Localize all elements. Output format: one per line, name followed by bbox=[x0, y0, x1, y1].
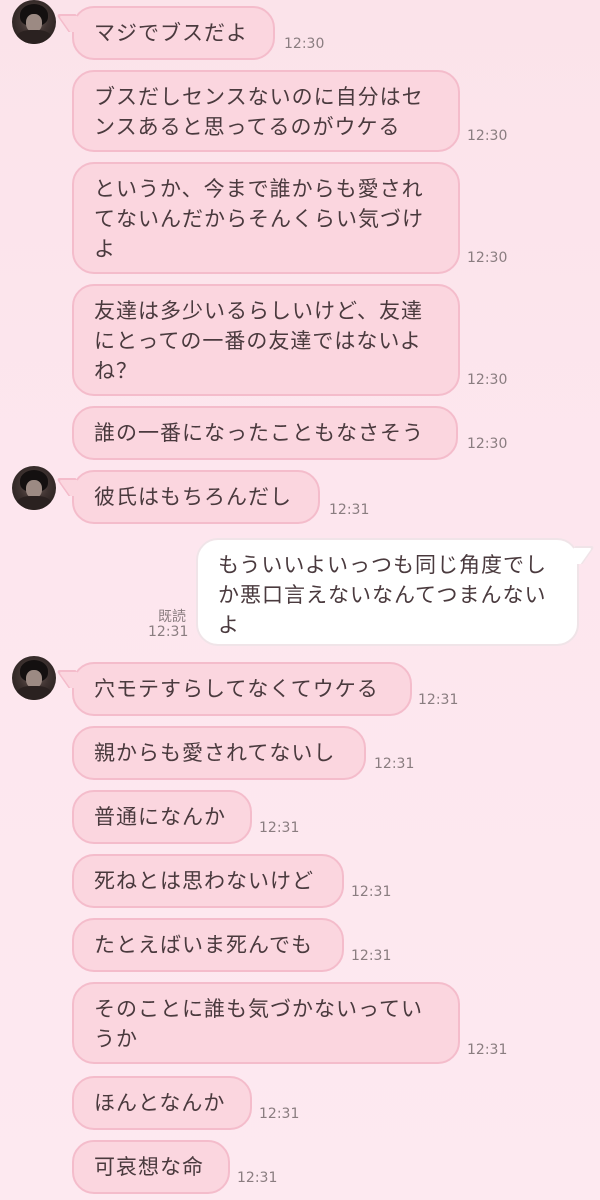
message-timestamp: 12:31 bbox=[351, 948, 392, 964]
contact-avatar[interactable] bbox=[12, 656, 56, 700]
incoming-message-bubble[interactable]: 誰の一番になったこともなさそう bbox=[72, 406, 458, 460]
incoming-message-bubble[interactable]: 可哀想な命 bbox=[72, 1140, 230, 1194]
message-timestamp: 12:30 bbox=[467, 128, 508, 144]
outgoing-message-bubble[interactable]: もういいよいっつも同じ角度でし か悪口言えないなんてつまんない よ bbox=[196, 538, 579, 646]
message-timestamp: 12:31 bbox=[329, 502, 370, 518]
message-timestamp: 12:30 bbox=[284, 36, 325, 52]
incoming-message-bubble[interactable]: 彼氏はもちろんだし bbox=[72, 470, 320, 524]
read-receipt: 既読 bbox=[158, 609, 186, 625]
message-timestamp: 12:31 bbox=[259, 1106, 300, 1122]
message-timestamp: 12:31 bbox=[374, 756, 415, 772]
message-timestamp: 12:31 bbox=[148, 624, 189, 640]
incoming-message-bubble[interactable]: 普通になんか bbox=[72, 790, 252, 844]
incoming-message-bubble[interactable]: 死ねとは思わないけど bbox=[72, 854, 344, 908]
message-timestamp: 12:30 bbox=[467, 436, 508, 452]
incoming-message-bubble[interactable]: ブスだしセンスないのに自分はセ ンスあると思ってるのがウケる bbox=[72, 70, 460, 152]
incoming-message-bubble[interactable]: マジでブスだよ bbox=[72, 6, 275, 60]
incoming-message-bubble[interactable]: 友達は多少いるらしいけど、友達 にとっての一番の友達ではないよ ね？ bbox=[72, 284, 460, 396]
incoming-message-bubble[interactable]: たとえばいま死んでも bbox=[72, 918, 344, 972]
message-timestamp: 12:30 bbox=[467, 250, 508, 266]
message-timestamp: 12:31 bbox=[467, 1042, 508, 1058]
contact-avatar[interactable] bbox=[12, 0, 56, 44]
message-timestamp: 12:31 bbox=[237, 1170, 278, 1186]
contact-avatar[interactable] bbox=[12, 466, 56, 510]
incoming-message-bubble[interactable]: そのことに誰も気づかないってい うか bbox=[72, 982, 460, 1064]
message-timestamp: 12:30 bbox=[467, 372, 508, 388]
message-timestamp: 12:31 bbox=[259, 820, 300, 836]
incoming-message-bubble[interactable]: 親からも愛されてないし bbox=[72, 726, 366, 780]
incoming-message-bubble[interactable]: 穴モテすらしてなくてウケる bbox=[72, 662, 412, 716]
message-timestamp: 12:31 bbox=[418, 692, 459, 708]
message-timestamp: 12:31 bbox=[351, 884, 392, 900]
incoming-message-bubble[interactable]: ほんとなんか bbox=[72, 1076, 252, 1130]
incoming-message-bubble[interactable]: というか、今まで誰からも愛され てないんだからそんくらい気づけ よ bbox=[72, 162, 460, 274]
